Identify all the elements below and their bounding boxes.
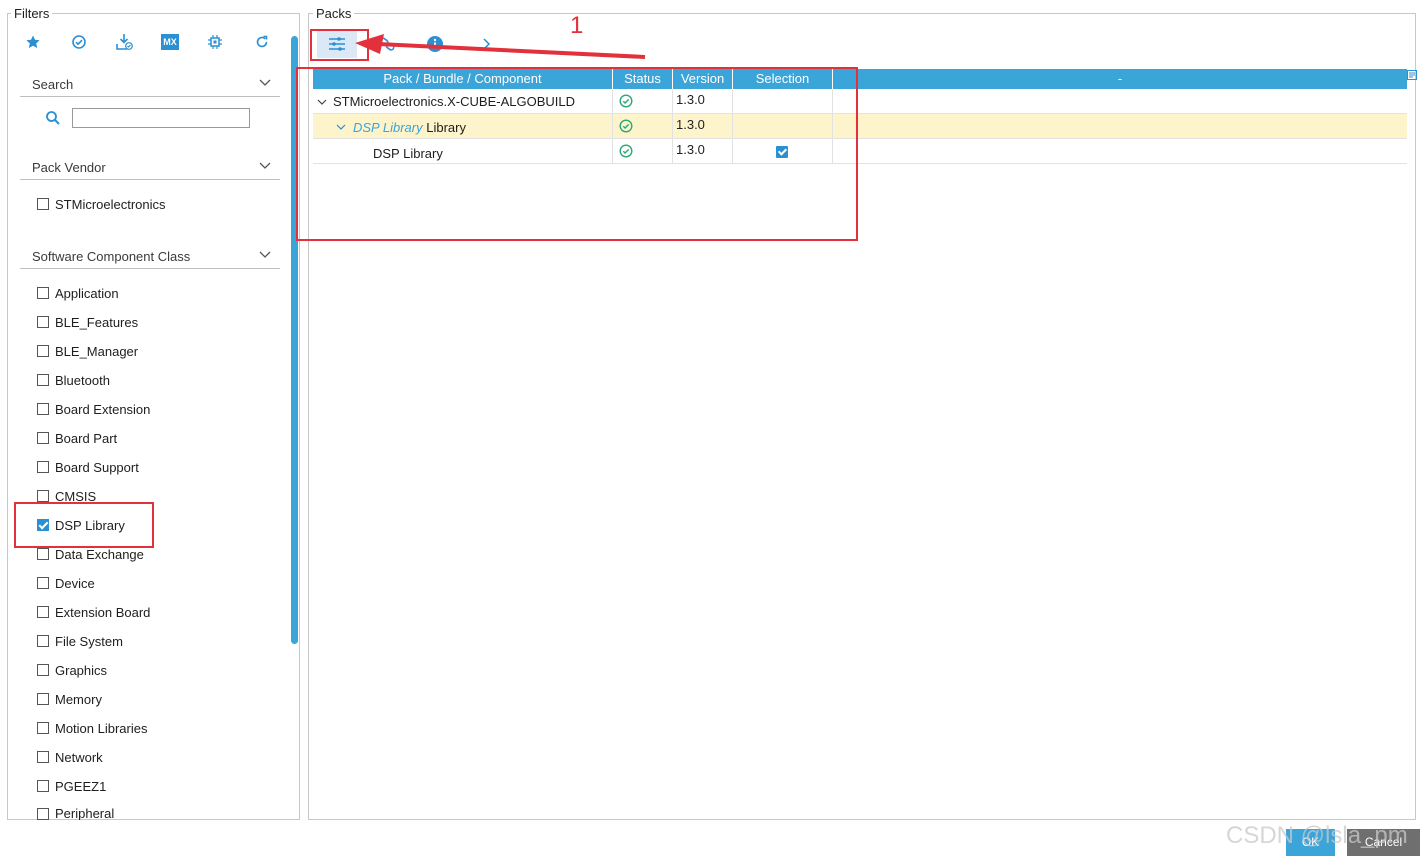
- table-settings-icon[interactable]: [1407, 70, 1417, 80]
- class-item-label: File System: [55, 633, 123, 649]
- class-item-label: Bluetooth: [55, 372, 110, 388]
- class-item-label: Memory: [55, 691, 102, 707]
- class-item-label: Extension Board: [55, 604, 151, 620]
- class-item-label: Motion Libraries: [55, 720, 148, 736]
- component-class-section-label: Software Component Class: [32, 249, 191, 264]
- mx-icon[interactable]: MX: [159, 31, 181, 53]
- search-section-header[interactable]: Search: [20, 73, 280, 97]
- annotation-box-dsp-filter: [14, 502, 154, 548]
- download-check-icon[interactable]: [113, 31, 135, 53]
- class-item-board-support[interactable]: Board Support: [37, 458, 139, 476]
- star-icon[interactable]: [22, 31, 44, 53]
- annotation-arrow: [355, 34, 646, 59]
- annotation-box-table: [296, 67, 858, 241]
- class-item-label: Network: [55, 749, 103, 765]
- class-item-bluetooth[interactable]: Bluetooth: [37, 371, 110, 389]
- class-item-application[interactable]: Application: [37, 284, 119, 302]
- checkbox[interactable]: [37, 751, 49, 763]
- checkbox[interactable]: [37, 345, 49, 357]
- chevron-down-icon: [259, 162, 271, 169]
- class-item-extension-board[interactable]: Extension Board: [37, 603, 150, 621]
- search-input[interactable]: [72, 108, 250, 128]
- class-item-network[interactable]: Network: [37, 748, 103, 766]
- checkbox[interactable]: [37, 287, 49, 299]
- class-item-graphics[interactable]: Graphics: [37, 661, 107, 679]
- chip-icon[interactable]: [204, 31, 226, 53]
- class-item-label: BLE_Manager: [55, 343, 139, 359]
- class-item-label: Board Extension: [55, 401, 151, 417]
- checkbox[interactable]: [37, 606, 49, 618]
- filters-panel: Filters MX Search Pack Vendor STMicroele…: [7, 6, 300, 820]
- class-item-label: Graphics: [55, 662, 108, 678]
- class-item-label: Data Exchange: [55, 546, 144, 562]
- chevron-down-icon: [259, 79, 271, 86]
- search-section-label: Search: [32, 77, 74, 92]
- class-item-label: Board Support: [55, 459, 139, 475]
- class-item-file-system[interactable]: File System: [37, 632, 123, 650]
- checkbox[interactable]: [37, 548, 49, 560]
- column-header[interactable]: -: [833, 69, 1407, 89]
- check-circle-icon[interactable]: [68, 31, 90, 53]
- checkbox[interactable]: [37, 722, 49, 734]
- class-item-memory[interactable]: Memory: [37, 690, 102, 708]
- class-item-label: Device: [55, 575, 95, 591]
- class-item-ble-manager[interactable]: BLE_Manager: [37, 342, 138, 360]
- checkbox[interactable]: [37, 403, 49, 415]
- search-icon: [46, 111, 60, 125]
- checkbox[interactable]: [37, 461, 49, 473]
- checkbox[interactable]: [37, 374, 49, 386]
- packs-title: Packs: [313, 6, 355, 21]
- mx-icon-label: MX: [161, 34, 179, 50]
- class-item-ble-features[interactable]: BLE_Features: [37, 313, 138, 331]
- checkbox[interactable]: [37, 198, 49, 210]
- class-item-pgeez1[interactable]: PGEEZ1: [37, 777, 106, 795]
- checkbox[interactable]: [37, 780, 49, 792]
- watermark: CSDN @lsla_pm: [1226, 822, 1408, 849]
- class-item-board-extension[interactable]: Board Extension: [37, 400, 150, 418]
- class-item-peripheral[interactable]: Peripheral: [37, 806, 114, 820]
- annotation-number: 1: [570, 12, 584, 39]
- vendor-item-label: STMicroelectronics: [55, 196, 166, 212]
- filters-title: Filters: [11, 6, 53, 21]
- pack-vendor-section-header[interactable]: Pack Vendor: [20, 156, 280, 180]
- chevron-down-icon: [259, 251, 271, 258]
- checkbox[interactable]: [37, 316, 49, 328]
- class-item-label: Application: [55, 285, 119, 301]
- checkbox[interactable]: [37, 577, 49, 589]
- pack-vendor-section-label: Pack Vendor: [32, 160, 106, 175]
- class-item-label: Board Part: [55, 430, 118, 446]
- checkbox[interactable]: [37, 490, 49, 502]
- filters-toolbar: MX: [22, 31, 272, 53]
- class-item-label: PGEEZ1: [55, 778, 107, 794]
- checkbox[interactable]: [37, 664, 49, 676]
- class-item-label: Peripheral: [55, 806, 115, 820]
- checkbox[interactable]: [37, 432, 49, 444]
- checkbox[interactable]: [37, 693, 49, 705]
- class-item-label: BLE_Features: [55, 314, 139, 330]
- class-item-motion-libraries[interactable]: Motion Libraries: [37, 719, 148, 737]
- vendor-item-stmicroelectronics[interactable]: STMicroelectronics: [37, 195, 166, 213]
- component-class-section-header[interactable]: Software Component Class: [20, 245, 280, 269]
- class-item-device[interactable]: Device: [37, 574, 95, 592]
- class-item-board-part[interactable]: Board Part: [37, 429, 117, 447]
- refresh-icon[interactable]: [251, 31, 273, 53]
- checkbox[interactable]: [37, 808, 49, 820]
- checkbox[interactable]: [37, 635, 49, 647]
